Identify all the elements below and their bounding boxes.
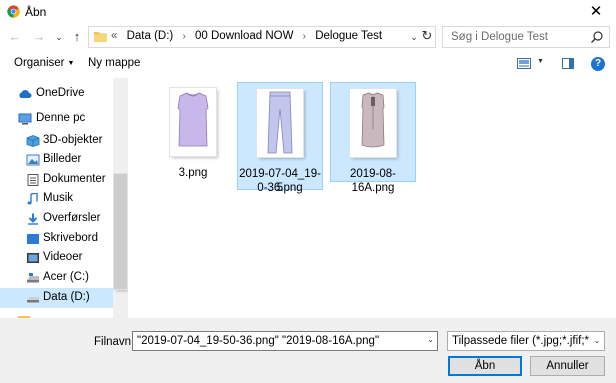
filetype-dropdown-icon[interactable]: ⌄ [590,332,604,350]
file-list[interactable]: 3.png 2019-07-04_19-5 0-36.png 2019-08-1… [130,78,616,318]
download-icon [28,213,38,225]
cube-icon [26,135,40,147]
breadcrumb-overflow[interactable]: « [111,30,117,42]
sidebar-item-acer-c[interactable]: Acer (C:) [0,268,113,288]
folder-icon [94,32,107,42]
breadcrumb-data-d[interactable]: Data (D:) [127,30,174,42]
file-thumbnail [170,88,216,156]
view-dropdown-icon[interactable]: ▼ [537,58,544,65]
filetype-value: Tilpassede filer (*.jpg;*.jfif;*.pjpe [452,335,605,347]
breadcrumb-download-now[interactable]: 00 Download NOW [195,30,293,42]
file-thumbnail [257,89,303,157]
new-folder-button[interactable]: Ny mappe [88,57,140,69]
address-row: ← → ⌄ ↑ « Data (D:) › 00 Download NOW › … [0,24,616,52]
pants-image [267,91,293,154]
title-bar: Åbn ✕ [0,0,616,24]
filename-value[interactable]: "2019-07-04_19-50-36.png" "2019-08-16A.p… [137,335,379,347]
sleeveless-blouse-image [361,92,385,148]
organize-dropdown-icon: ▼ [67,60,75,67]
sidebar-item-billeder[interactable]: Billeder [0,150,113,170]
sleeveless-top-image [177,92,209,147]
sidebar-item-overforsler[interactable]: Overførsler [0,209,113,229]
search-input[interactable]: Søg i Delogue Test [442,26,610,48]
drive-icon [27,297,39,303]
breadcrumb: « Data (D:) › 00 Download NOW › Delogue … [111,30,382,42]
file-name: 2019-08-16A.png [349,168,397,194]
cloud-icon [19,90,32,98]
preview-pane-icon[interactable] [562,58,574,69]
cancel-button[interactable]: Annuller [530,356,605,376]
chrome-icon [7,5,20,18]
sidebar-item-musik[interactable]: Musik [0,189,113,209]
command-bar: Organiser ▼ Ny mappe ▼ ? [0,52,616,76]
document-icon [27,174,39,186]
sidebar-item-onedrive[interactable]: OneDrive [0,84,113,104]
sidebar-item-denne-pc[interactable]: Denne pc [0,109,113,129]
recent-locations-chevron-icon[interactable]: ⌄ [50,28,68,46]
file-item-3png[interactable]: 3.png [150,82,236,182]
file-thumbnail [350,89,396,157]
music-icon [27,193,38,205]
sidebar-item-3d-objekter[interactable]: 3D-objekter [0,131,113,151]
navigation-scrollbar[interactable] [113,78,128,318]
back-arrow-icon[interactable]: ← [6,28,24,46]
file-item-2019-07-04[interactable]: 2019-07-04_19-5 0-36.png [237,82,323,194]
pictures-icon [26,154,40,166]
help-icon[interactable]: ? [591,57,605,71]
refresh-icon[interactable]: ↻ [418,26,436,46]
filename-label: Filnavn: [94,336,135,348]
drive-icon [27,273,39,283]
filetype-select[interactable]: Tilpassede filer (*.jpg;*.jfif;*.pjpe ⌄ [447,331,605,351]
navigation-pane[interactable]: OneDrive Denne pc 3D-objekter Billeder D… [0,78,128,318]
breadcrumb-delogue-test[interactable]: Delogue Test [315,30,382,42]
breadcrumb-separator[interactable]: › [303,31,306,42]
sidebar-item-skrivebord[interactable]: Skrivebord [0,229,113,249]
filename-dropdown-icon[interactable]: ⌄ [427,335,434,344]
file-name-line-2: 0-36.png [257,182,303,194]
address-bar[interactable]: « Data (D:) › 00 Download NOW › Delogue … [88,26,436,48]
search-icon [591,31,603,43]
scrollbar-thumb[interactable] [114,174,127,289]
view-options-icon[interactable] [517,58,531,69]
bottom-panel: Filnavn: "2019-07-04_19-50-36.png" "2019… [0,318,616,383]
forward-arrow-icon[interactable]: → [30,28,48,46]
filename-combobox[interactable]: "2019-07-04_19-50-36.png" "2019-08-16A.p… [132,331,438,351]
open-button[interactable]: Åbn [448,356,522,376]
window-title: Åbn [25,5,47,19]
desktop-icon [27,234,39,244]
close-button[interactable]: ✕ [576,0,616,24]
organize-button[interactable]: Organiser ▼ [14,57,74,69]
sidebar-item-videoer[interactable]: Videoer [0,248,113,268]
organize-label: Organiser [14,57,65,69]
file-name: 3.png [178,167,208,179]
file-item-2019-08-16a[interactable]: 2019-08-16A.png [330,82,416,194]
sidebar-item-data-d[interactable]: Data (D:) [0,288,113,308]
up-arrow-icon[interactable]: ↑ [68,28,86,46]
breadcrumb-separator[interactable]: › [182,31,185,42]
video-icon [27,253,39,263]
sidebar-item-dokumenter[interactable]: Dokumenter [0,170,113,190]
search-placeholder: Søg i Delogue Test [451,31,548,43]
computer-icon [18,113,32,125]
